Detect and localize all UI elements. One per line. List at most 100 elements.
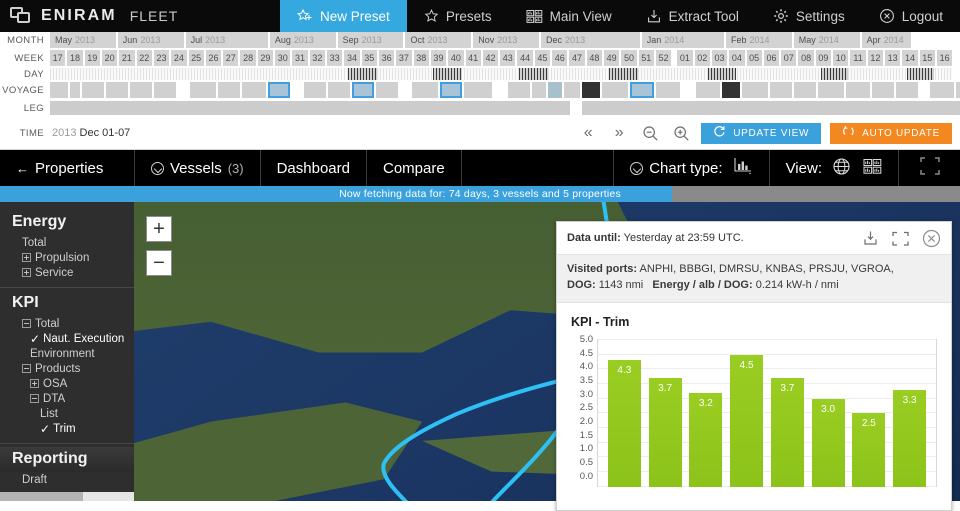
week-cell[interactable]: 04	[729, 50, 745, 66]
week-cell[interactable]: 48	[586, 50, 602, 66]
voyage-block[interactable]	[794, 82, 816, 98]
sidebar-item-draft[interactable]: Draft	[0, 472, 134, 487]
voyage-block[interactable]	[564, 82, 580, 98]
tab-dashboard[interactable]: Dashboard	[259, 150, 366, 186]
chart-plot-area[interactable]: 4.3 3.7 3.2 4.5 3.7 3.0 2.5 3.3	[597, 338, 937, 487]
voyage-block[interactable]	[106, 82, 128, 98]
sidebar-item-propulsion[interactable]: Propulsion	[0, 250, 134, 265]
week-cell[interactable]: 26	[205, 50, 222, 66]
month-cell[interactable]: Jul 2013	[185, 32, 268, 48]
week-cell[interactable]: 52	[655, 50, 672, 66]
week-cell[interactable]: 40	[448, 50, 464, 66]
week-cell[interactable]: 44	[517, 50, 533, 66]
month-cell[interactable]: Dec 2013	[541, 32, 640, 48]
sidebar-horizontal-scrollbar[interactable]	[0, 492, 134, 501]
prev-button[interactable]: «	[577, 122, 599, 144]
voyage-block[interactable]	[872, 82, 894, 98]
voyage-block[interactable]	[464, 82, 492, 98]
week-cell[interactable]: 07	[781, 50, 797, 66]
voyage-block[interactable]	[328, 82, 350, 98]
next-button[interactable]: »	[608, 122, 630, 144]
nav-item-extract-tool[interactable]: Extract Tool	[629, 0, 756, 32]
week-cell[interactable]: 33	[327, 50, 343, 66]
voyage-block[interactable]	[770, 82, 792, 98]
voyage-block[interactable]	[742, 82, 768, 98]
month-cell[interactable]: Jan 2014	[641, 32, 724, 48]
voyage-block[interactable]	[508, 82, 530, 98]
week-cell[interactable]: 17	[50, 50, 66, 66]
week-cell[interactable]: 37	[396, 50, 412, 66]
voyage-block[interactable]	[178, 82, 188, 98]
voyage-block[interactable]	[440, 82, 462, 98]
week-cell[interactable]: 34	[344, 50, 360, 66]
week-cell[interactable]: 10	[833, 50, 849, 66]
voyage-block[interactable]	[682, 82, 694, 98]
week-cell[interactable]: 15	[919, 50, 935, 66]
voyage-block[interactable]	[70, 82, 80, 98]
week-cell[interactable]: 25	[188, 50, 204, 66]
update-view-button[interactable]: UPDATE VIEW	[701, 122, 822, 144]
sidebar-item-total[interactable]: Total	[0, 316, 134, 331]
week-cell[interactable]: 06	[763, 50, 780, 66]
expand-plus-icon[interactable]	[30, 379, 39, 388]
voyage-block[interactable]	[548, 82, 562, 98]
auto-update-button[interactable]: AUTO UPDATE	[830, 122, 952, 144]
collapse-minus-icon[interactable]	[22, 364, 31, 373]
nav-item-logout[interactable]: Logout	[862, 0, 960, 32]
voyage-block[interactable]	[582, 82, 600, 98]
voyage-block[interactable]	[292, 82, 302, 98]
week-cell[interactable]: 01	[677, 50, 693, 66]
week-cell[interactable]: 32	[309, 50, 325, 66]
tab-compare[interactable]: Compare	[365, 150, 461, 186]
month-cell[interactable]: Aug 2013	[269, 32, 336, 48]
sidebar-item-environment[interactable]: Environment	[0, 346, 134, 361]
voyage-block[interactable]	[242, 82, 266, 98]
voyage-block[interactable]	[352, 82, 374, 98]
week-cell[interactable]: 29	[257, 50, 274, 66]
week-cell[interactable]: 12	[867, 50, 883, 66]
week-cell[interactable]: 31	[292, 50, 308, 66]
sidebar-item-list[interactable]: List	[0, 406, 134, 421]
sidebar-item-dta[interactable]: DTA	[0, 391, 134, 406]
week-cell[interactable]: 50	[621, 50, 637, 66]
voyage-block[interactable]	[920, 82, 928, 98]
globe-icon[interactable]	[832, 157, 851, 180]
view-selector[interactable]: View:	[768, 150, 898, 186]
sidebar-item-trim[interactable]: ✓ Trim	[0, 421, 134, 436]
month-cell[interactable]: Sep 2013	[337, 32, 404, 48]
week-cell[interactable]: 16	[936, 50, 953, 66]
voyage-block[interactable]	[304, 82, 326, 98]
chart-bar[interactable]: 4.3	[607, 360, 641, 487]
week-cell[interactable]: 21	[119, 50, 135, 66]
voyage-block[interactable]	[268, 82, 290, 98]
voyage-block[interactable]	[154, 82, 176, 98]
leg-block[interactable]	[50, 101, 570, 115]
download-icon[interactable]	[862, 230, 879, 247]
voyage-block[interactable]	[656, 82, 680, 98]
week-cell[interactable]: 27	[223, 50, 239, 66]
voyage-block[interactable]	[130, 82, 152, 98]
voyage-block[interactable]	[930, 82, 954, 98]
voyage-block[interactable]	[412, 82, 438, 98]
close-circle-icon[interactable]	[922, 229, 941, 248]
week-cell[interactable]: 43	[500, 50, 516, 66]
month-cell[interactable]: May 2014	[793, 32, 860, 48]
week-cell[interactable]: 02	[694, 50, 710, 66]
expand-plus-icon[interactable]	[22, 253, 31, 262]
sidebar-item-service[interactable]: Service	[0, 265, 134, 280]
week-track[interactable]: 17 18 19 20 21 22 23 24 25 26 27 28 29 30 31 32 33 34 35 36…	[50, 50, 960, 66]
chart-bar[interactable]: 3.7	[770, 378, 804, 487]
week-cell[interactable]: 13	[885, 50, 901, 66]
voyage-block[interactable]	[376, 82, 398, 98]
leg-track[interactable]	[50, 101, 960, 115]
sidebar-item-products[interactable]: Products	[0, 361, 134, 376]
chart-type-selector[interactable]: Chart type:	[613, 150, 768, 186]
voyage-block[interactable]	[696, 82, 720, 98]
week-cell[interactable]: 36	[378, 50, 395, 66]
sidebar-item-total[interactable]: Total	[0, 235, 134, 250]
expand-plus-icon[interactable]	[22, 268, 31, 277]
week-cell[interactable]: 41	[465, 50, 481, 66]
week-cell[interactable]: 19	[84, 50, 100, 66]
chart-bar[interactable]: 4.5	[730, 354, 764, 487]
voyage-block[interactable]	[956, 82, 960, 98]
